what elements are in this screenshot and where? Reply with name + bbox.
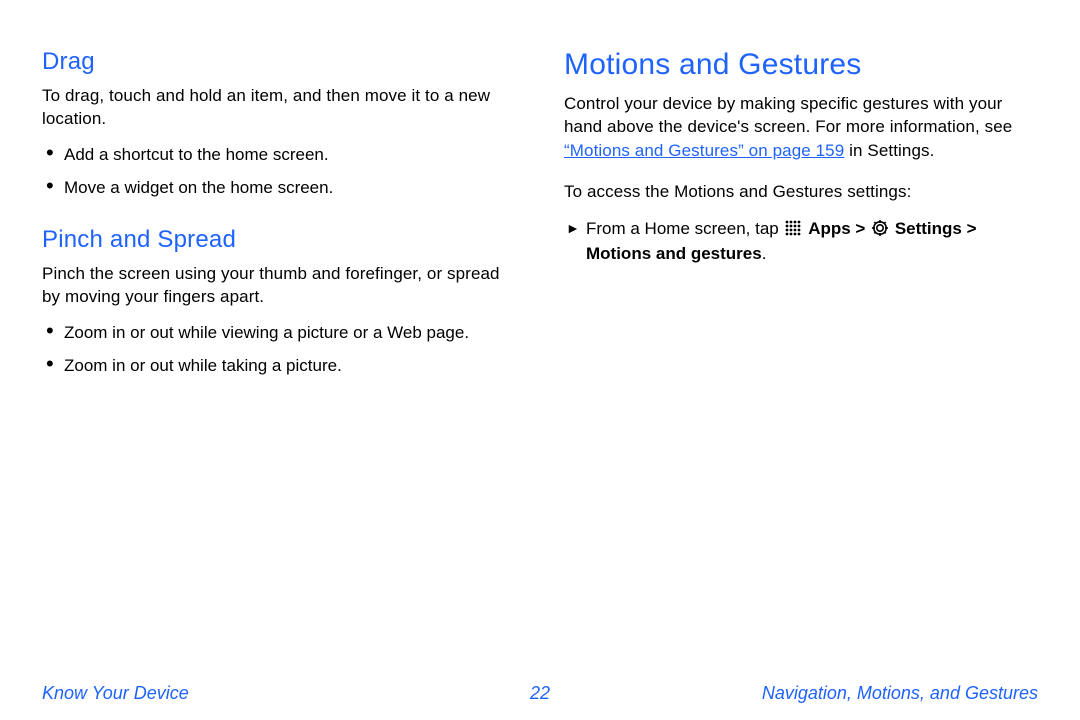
step-settings-label: Settings bbox=[895, 219, 962, 238]
list-item: Move a widget on the home screen. bbox=[42, 176, 516, 199]
intro-text-post: in Settings. bbox=[844, 141, 934, 160]
page-footer: Know Your Device 22 Navigation, Motions,… bbox=[0, 683, 1080, 704]
pinch-description: Pinch the screen using your thumb and fo… bbox=[42, 262, 516, 309]
page-body: Drag To drag, touch and hold an item, an… bbox=[0, 0, 1080, 660]
list-item: Zoom in or out while taking a picture. bbox=[42, 354, 516, 377]
step-period: . bbox=[762, 244, 767, 263]
step-arrow-icon: ► bbox=[566, 218, 580, 239]
motions-intro: Control your device by making specific g… bbox=[564, 92, 1038, 162]
left-column: Drag To drag, touch and hold an item, an… bbox=[42, 48, 516, 620]
drag-description: To drag, touch and hold an item, and the… bbox=[42, 84, 516, 131]
right-column: Motions and Gestures Control your device… bbox=[564, 48, 1038, 620]
step-separator-2: > bbox=[962, 219, 977, 238]
step-separator: > bbox=[851, 219, 870, 238]
gear-icon bbox=[872, 220, 888, 236]
step-apps-label: Apps bbox=[808, 219, 851, 238]
intro-text: Control your device by making specific g… bbox=[564, 94, 1012, 136]
pinch-bullets: Zoom in or out while viewing a picture o… bbox=[42, 321, 516, 378]
heading-motions: Motions and Gestures bbox=[564, 48, 1038, 82]
footer-left: Know Your Device bbox=[42, 683, 189, 704]
step-item: ► From a Home screen, tap Apps > Setting… bbox=[564, 216, 1038, 267]
heading-pinch: Pinch and Spread bbox=[42, 226, 516, 254]
access-instruction: To access the Motions and Gestures setti… bbox=[564, 180, 1038, 203]
page-number: 22 bbox=[530, 683, 550, 704]
step-motions-label: Motions and gestures bbox=[586, 244, 762, 263]
cross-reference-link[interactable]: “Motions and Gestures” on page 159 bbox=[564, 141, 844, 160]
list-item: Add a shortcut to the home screen. bbox=[42, 143, 516, 166]
step-text-pre: From a Home screen, tap bbox=[586, 219, 783, 238]
footer-right: Navigation, Motions, and Gestures bbox=[762, 683, 1038, 704]
heading-drag: Drag bbox=[42, 48, 516, 76]
drag-bullets: Add a shortcut to the home screen. Move … bbox=[42, 143, 516, 200]
list-item: Zoom in or out while viewing a picture o… bbox=[42, 321, 516, 344]
apps-grid-icon bbox=[785, 220, 801, 236]
